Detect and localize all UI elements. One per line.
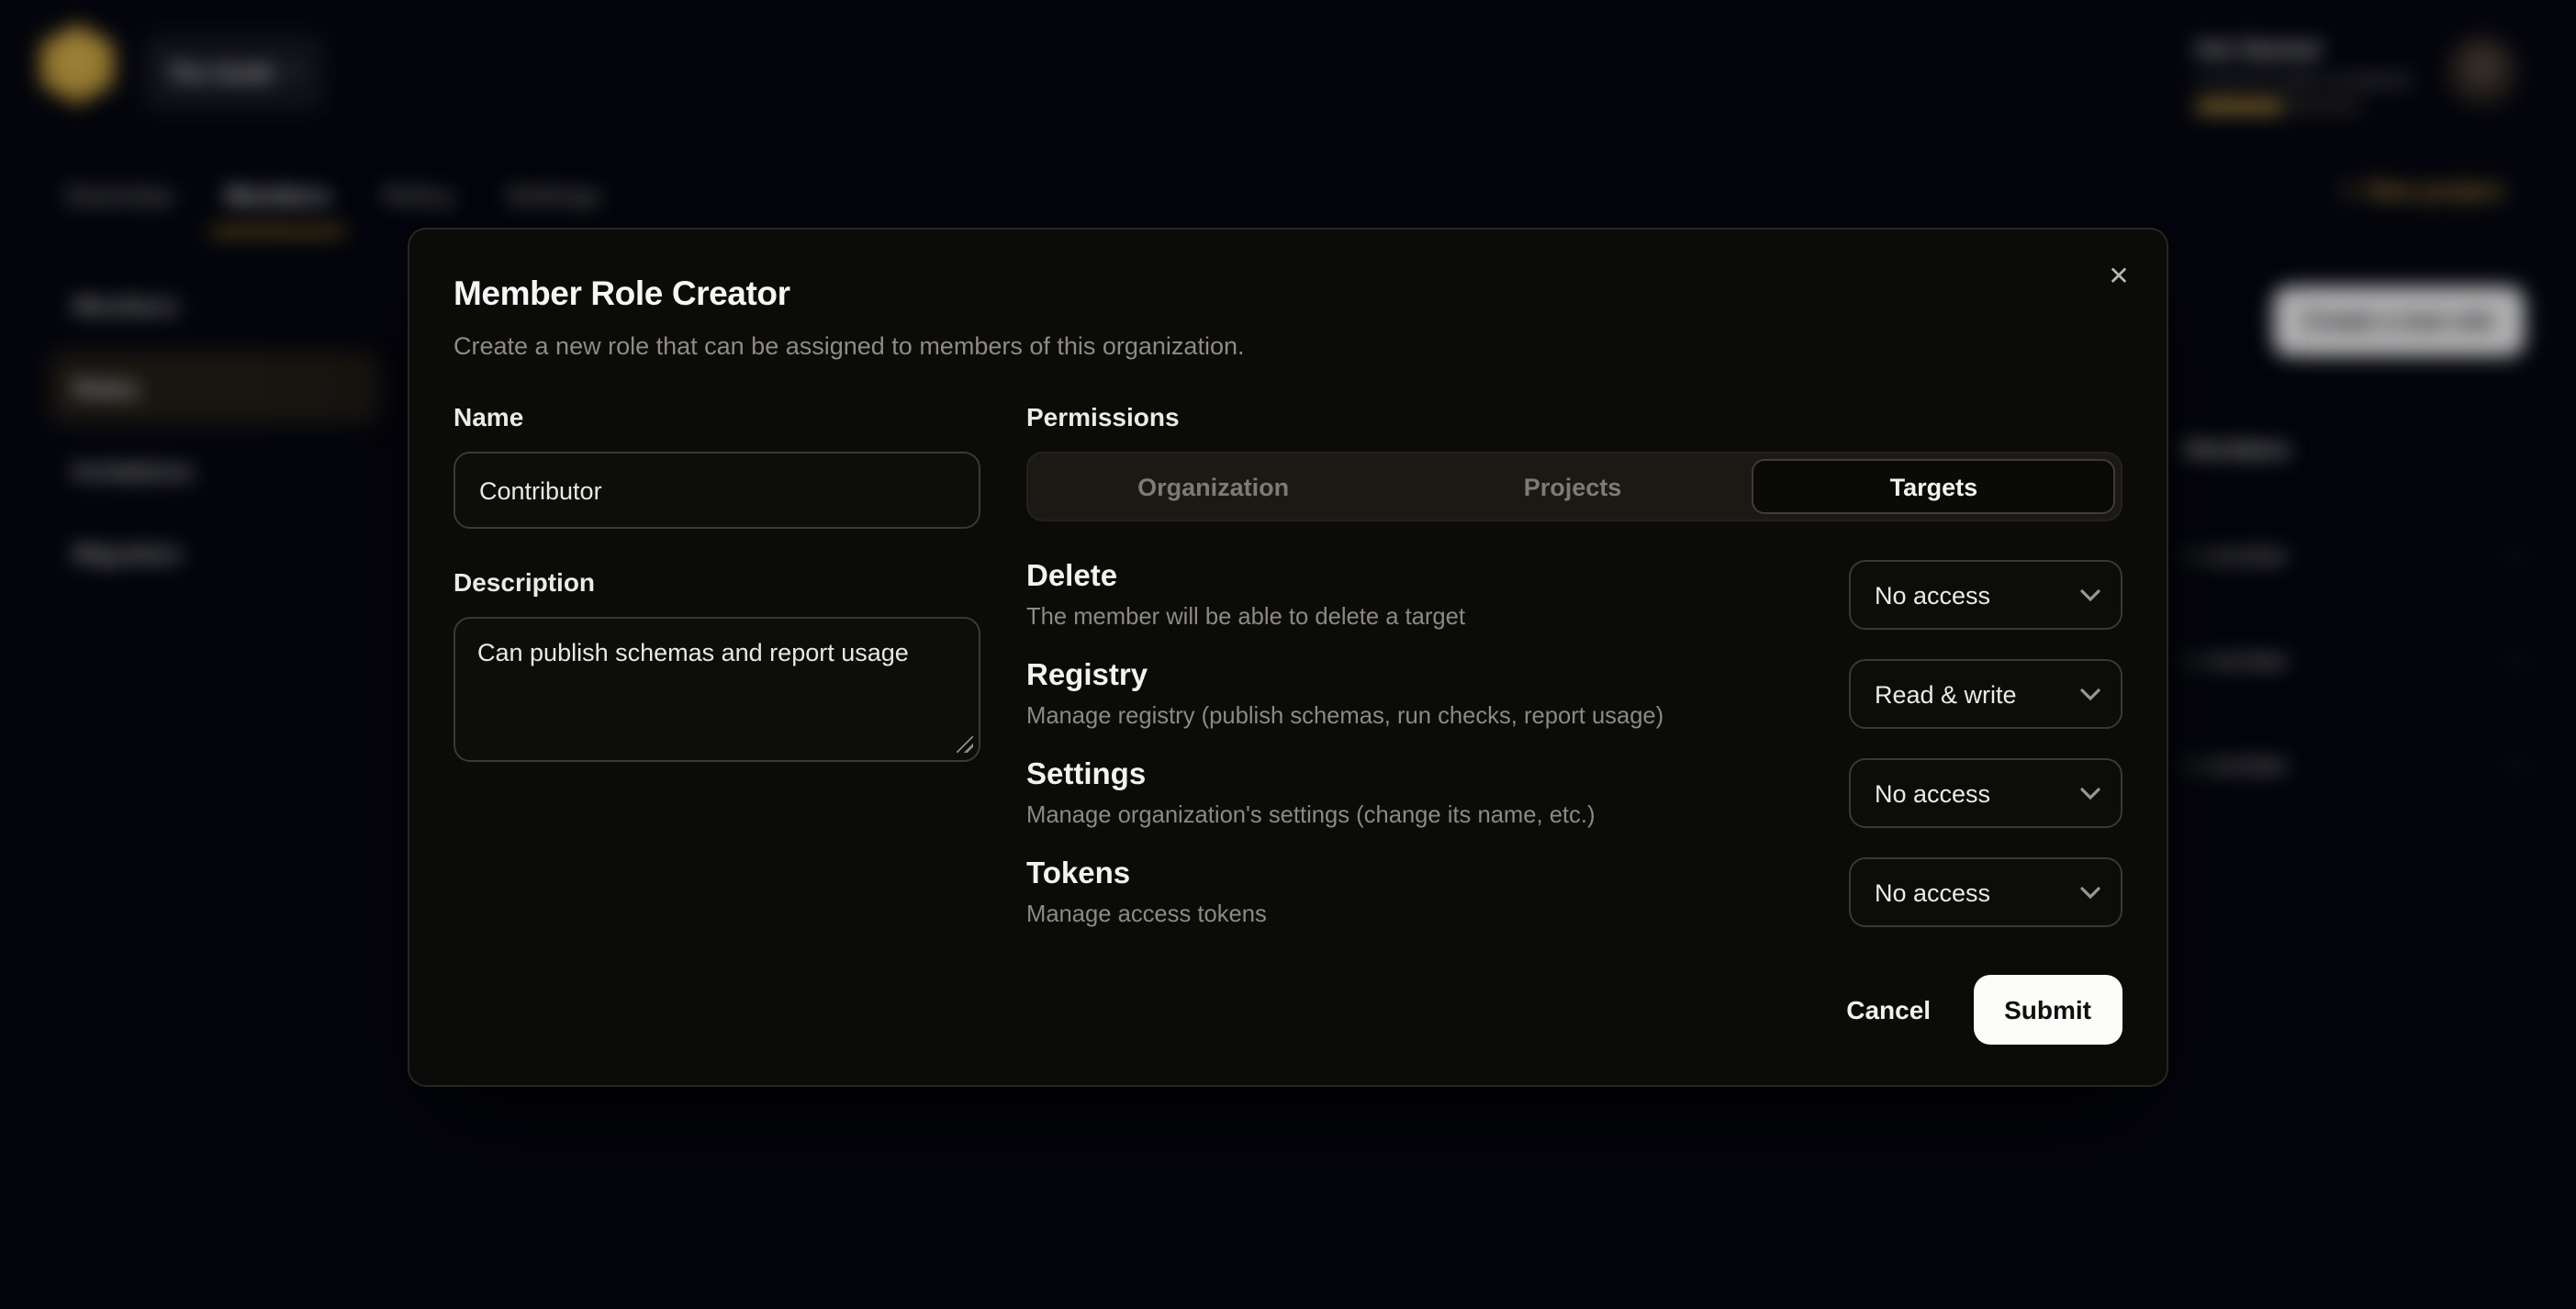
role-member-count: 1 member [2185, 648, 2289, 674]
get-started-subtitle: 4 out of 6 tasks completed [2196, 72, 2438, 92]
roles-list-panel: Members 1 member ⋯ 1 member ⋯ 1 member ⋯ [2185, 435, 2530, 817]
role-member-count: 1 member [2185, 543, 2289, 569]
close-icon: ✕ [2108, 260, 2129, 291]
members-sidebar: Members Roles Invitations Migration [50, 268, 382, 589]
permission-row-registry: Registry Manage registry (publish schema… [1026, 657, 2122, 731]
select-value: No access [1875, 878, 1990, 906]
permission-title: Delete [1026, 558, 1465, 595]
create-new-role-button[interactable]: Create a new role [2273, 286, 2525, 356]
permission-row-delete: Delete The member will be able to delete… [1026, 558, 2122, 632]
sidebar-item-roles[interactable]: Roles [50, 351, 382, 424]
registry-access-select[interactable]: Read & write [1849, 659, 2122, 729]
permissions-label: Permissions [1026, 402, 2122, 433]
permission-description: The member will be able to delete a targ… [1026, 602, 1465, 632]
permission-description: Manage organization's settings (change i… [1026, 800, 1596, 830]
tab-members[interactable]: Members [226, 154, 330, 235]
modal-footer: Cancel Submit [1822, 975, 2122, 1045]
permission-title: Registry [1026, 657, 1663, 694]
permission-title: Settings [1026, 756, 1596, 793]
modal-subtitle: Create a new role that can be assigned t… [454, 330, 2122, 362]
tab-overview[interactable]: Overview [66, 154, 173, 235]
get-started-title: Get Started [2196, 37, 2438, 62]
members-column-header: Members [2185, 435, 2530, 463]
role-row[interactable]: 1 member ⋯ [2185, 608, 2530, 712]
progress-bar-track [2196, 101, 2361, 112]
hive-logo[interactable] [40, 24, 114, 105]
chevron-down-icon: ▾ [289, 63, 298, 82]
new-project-link[interactable]: + New project [2342, 176, 2503, 204]
tab-targets[interactable]: Targets [1753, 459, 2115, 514]
new-project-label: New project [2368, 176, 2503, 204]
close-button[interactable]: ✕ [2097, 253, 2141, 297]
tab-organization[interactable]: Organization [1034, 459, 1393, 514]
select-value: No access [1875, 581, 1990, 609]
tokens-access-select[interactable]: No access [1849, 857, 2122, 927]
org-nav-tabs: Overview Members Policy Settings [0, 154, 2576, 237]
member-role-creator-modal: ✕ Member Role Creator Create a new role … [408, 228, 2168, 1087]
progress-bar-fill [2196, 101, 2282, 112]
kebab-menu-icon[interactable]: ⋯ [2504, 542, 2530, 571]
sidebar-item-members[interactable]: Members [50, 268, 382, 341]
chevron-down-icon [2080, 688, 2100, 700]
role-identity-column: Name Description Can publish schemas and… [454, 402, 980, 955]
cancel-button[interactable]: Cancel [1822, 980, 1954, 1039]
permission-row-tokens: Tokens Manage access tokens No access [1026, 856, 2122, 929]
permission-description: Manage registry (publish schemas, run ch… [1026, 701, 1663, 731]
description-label: Description [454, 567, 980, 599]
user-avatar[interactable] [2447, 37, 2517, 106]
description-textarea[interactable]: Can publish schemas and report usage [454, 617, 980, 762]
tab-settings[interactable]: Settings [507, 154, 601, 235]
plus-icon: + [2342, 176, 2356, 204]
org-name: The Guild [167, 60, 273, 85]
permission-row-settings: Settings Manage organization's settings … [1026, 756, 2122, 830]
sidebar-item-migration[interactable]: Migration [50, 516, 382, 589]
resize-grip-icon[interactable] [957, 736, 973, 753]
permission-title: Tokens [1026, 856, 1267, 892]
permission-description: Manage access tokens [1026, 900, 1267, 929]
tab-policy[interactable]: Policy [384, 154, 454, 235]
permissions-column: Permissions Organization Projects Target… [1026, 402, 2122, 955]
role-row[interactable]: 1 member ⋯ [2185, 503, 2530, 608]
org-switcher-button[interactable]: The Guild ▾ [143, 35, 322, 110]
select-value: No access [1875, 779, 1990, 807]
kebab-menu-icon[interactable]: ⋯ [2504, 646, 2530, 676]
chevron-down-icon [2080, 588, 2100, 601]
modal-title: Member Role Creator [454, 274, 2122, 314]
get-started-widget[interactable]: Get Started 4 out of 6 tasks completed [2196, 37, 2438, 112]
delete-access-select[interactable]: No access [1849, 560, 2122, 630]
settings-access-select[interactable]: No access [1849, 758, 2122, 828]
chevron-down-icon [2080, 787, 2100, 800]
sidebar-item-invitations[interactable]: Invitations [50, 433, 382, 507]
kebab-menu-icon[interactable]: ⋯ [2504, 751, 2530, 780]
submit-button[interactable]: Submit [1973, 975, 2122, 1045]
role-row[interactable]: 1 member ⋯ [2185, 712, 2530, 817]
name-label: Name [454, 402, 980, 433]
name-input[interactable] [454, 452, 980, 529]
chevron-down-icon [2080, 886, 2100, 899]
role-member-count: 1 member [2185, 753, 2289, 778]
select-value: Read & write [1875, 680, 2017, 708]
permissions-tab-group: Organization Projects Targets [1026, 452, 2122, 521]
tab-projects[interactable]: Projects [1393, 459, 1752, 514]
app-screen: The Guild ▾ Get Started 4 out of 6 tasks… [0, 0, 2576, 1309]
